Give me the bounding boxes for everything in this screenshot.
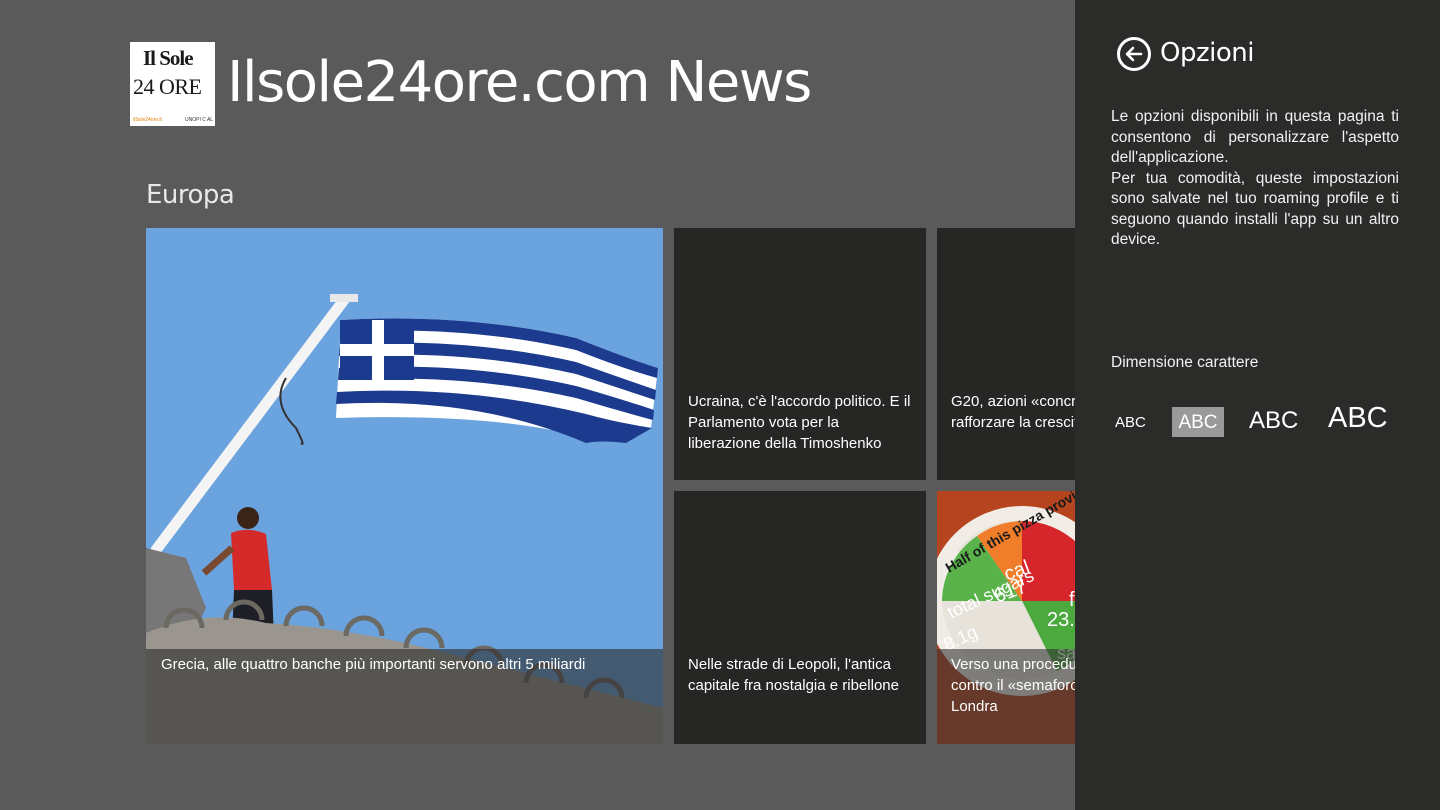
font-size-small-option[interactable]: ABC xyxy=(1115,415,1146,430)
news-tile-grecia[interactable]: Grecia, alle quattro banche più importan… xyxy=(146,228,663,744)
logo-small-left: ilSole24ore.it xyxy=(133,117,162,123)
logo-small-right: UNOPI C AL xyxy=(185,117,214,123)
flyout-title: Opzioni xyxy=(1160,38,1254,68)
app-logo: Il Sole 24 ORE ilSole24ore.it UNOPI C AL xyxy=(130,42,215,126)
font-size-medium-option[interactable]: ABC xyxy=(1172,407,1224,437)
news-tile-ucraina[interactable]: Ucraina, c'è l'accordo politico. E il Pa… xyxy=(674,228,926,480)
options-flyout: Opzioni Le opzioni disponibili in questa… xyxy=(1075,0,1440,810)
flyout-description-p2: Per tua comodità, queste impostazioni so… xyxy=(1111,169,1399,249)
flyout-description: Le opzioni disponibili in questa pagina … xyxy=(1111,107,1399,251)
back-arrow-icon xyxy=(1125,46,1143,62)
tile-headline: Grecia, alle quattro banche più importan… xyxy=(146,649,663,744)
font-size-large-option[interactable]: ABC xyxy=(1249,409,1298,433)
section-title[interactable]: Europa xyxy=(146,180,235,210)
news-tile-leopoli[interactable]: Nelle strade di Leopoli, l'antica capita… xyxy=(674,491,926,744)
font-size-xlarge-option[interactable]: ABC xyxy=(1328,404,1388,433)
flyout-description-p1: Le opzioni disponibili in questa pagina … xyxy=(1111,108,1399,166)
back-button[interactable] xyxy=(1117,37,1151,71)
tile-headline: Ucraina, c'è l'accordo politico. E il Pa… xyxy=(688,393,911,452)
logo-line2: 24 ORE xyxy=(133,74,202,99)
logo-line1: Il Sole xyxy=(143,46,194,70)
app-title: Ilsole24ore.com News xyxy=(227,50,812,115)
font-size-label: Dimensione carattere xyxy=(1111,354,1259,371)
tile-headline: Nelle strade di Leopoli, l'antica capita… xyxy=(688,656,899,694)
